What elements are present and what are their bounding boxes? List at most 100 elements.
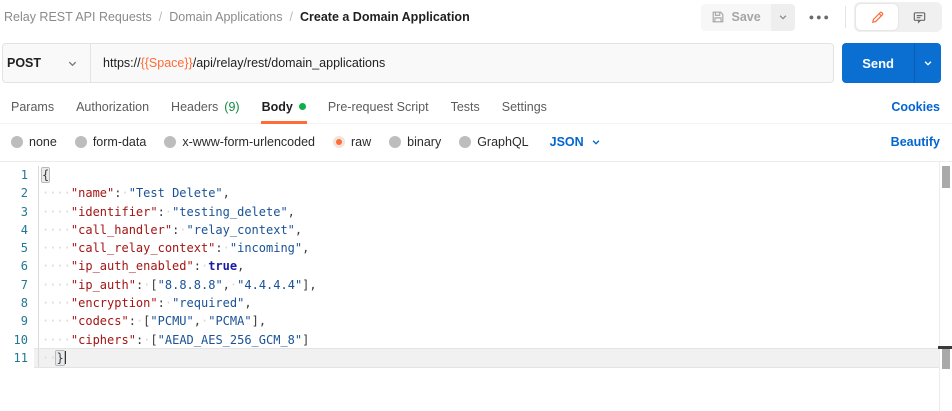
radio-label: form-data	[93, 135, 147, 149]
chevron-down-icon	[67, 58, 78, 69]
radio-icon	[11, 136, 23, 148]
url-variable: {{Space}}	[141, 56, 193, 70]
json-body-editor[interactable]: 1{2 ····"name":·"Test Delete",3····"ident…	[0, 161, 952, 411]
body-type-raw[interactable]: raw	[324, 135, 380, 149]
save-button-label: Save	[731, 10, 760, 24]
breadcrumb: Relay REST API Requests / Domain Applica…	[4, 10, 470, 24]
line-number: 3	[0, 203, 34, 221]
code-text: ····"call_relay_context":·"incoming",	[39, 239, 952, 257]
tab-label: Settings	[502, 100, 547, 114]
tab-label: Params	[11, 100, 54, 114]
url-path: /api/relay/rest/domain_applications	[193, 56, 385, 70]
comments-button[interactable]	[898, 4, 940, 30]
tab-pre-request-script[interactable]: Pre-request Script	[317, 90, 440, 123]
cookies-link[interactable]: Cookies	[891, 100, 940, 114]
radio-icon	[389, 136, 401, 148]
code-text: ··}	[39, 349, 952, 367]
text-cursor	[65, 351, 66, 364]
radio-label: x-www-form-urlencoded	[182, 135, 315, 149]
tab-label: Authorization	[76, 100, 149, 114]
line-number: 6	[0, 257, 34, 275]
line-number: 7	[0, 276, 34, 294]
comment-icon	[912, 10, 927, 25]
line-number: 1	[0, 166, 34, 184]
radio-label: binary	[407, 135, 441, 149]
tab-label: Pre-request Script	[328, 100, 429, 114]
code-line[interactable]: 10 ····"ciphers":·["AEAD_AES_256_GCM_8"]	[0, 331, 952, 349]
beautify-link[interactable]: Beautify	[891, 135, 940, 149]
tab-settings[interactable]: Settings	[491, 90, 558, 123]
code-line[interactable]: 7····"ip_auth":·["8.8.8.8",·"4.4.4.4"],	[0, 276, 952, 294]
send-button-label: Send	[862, 56, 894, 71]
send-button[interactable]: Send	[842, 43, 914, 83]
tab-tests[interactable]: Tests	[440, 90, 491, 123]
save-options-button[interactable]	[771, 4, 795, 31]
tab-params[interactable]: Params	[0, 90, 65, 123]
url-input[interactable]: https://{{Space}}/api/relay/rest/domain_…	[91, 44, 833, 82]
request-tabs: Params Authorization Headers(9) Body Pre-req…	[0, 90, 558, 123]
edit-comment-toggle	[854, 2, 942, 32]
body-type-graphql[interactable]: GraphQL	[450, 135, 537, 149]
code-text: ····"encryption":·"required",	[39, 294, 952, 312]
line-number: 10	[0, 331, 34, 349]
line-number: 9	[0, 312, 34, 330]
code-text: ····"codecs":·["PCMU",·"PCMA"],	[39, 312, 952, 330]
breadcrumb-request-title[interactable]: Create a Domain Application	[300, 10, 470, 24]
code-text: ····"name":·"Test Delete",	[39, 184, 952, 202]
code-line[interactable]: 4····"call_handler":·"relay_context",	[0, 221, 952, 239]
body-type-binary[interactable]: binary	[380, 135, 450, 149]
radio-icon	[75, 136, 87, 148]
body-type-row: none form-data x-www-form-urlencoded raw bin…	[0, 124, 952, 159]
save-floppy-icon	[711, 10, 725, 24]
radio-label: GraphQL	[477, 135, 528, 149]
method-select[interactable]: POST	[3, 44, 91, 82]
tab-label: Body	[262, 100, 293, 114]
line-number: 8	[0, 294, 34, 312]
tab-body[interactable]: Body	[251, 90, 317, 123]
header-divider	[845, 6, 846, 28]
send-button-group: Send	[842, 43, 941, 83]
raw-language-label: JSON	[550, 135, 584, 149]
breadcrumb-collection[interactable]: Relay REST API Requests	[4, 10, 152, 24]
scrollbar-cursor-thumb	[942, 349, 950, 369]
radio-icon	[459, 136, 471, 148]
scrollbar-thumb[interactable]	[942, 166, 950, 188]
radio-icon	[333, 136, 345, 148]
save-button[interactable]: Save	[701, 4, 794, 31]
line-number: 4	[0, 221, 34, 239]
chevron-down-icon	[923, 58, 933, 68]
chevron-down-icon	[591, 137, 601, 147]
tab-label: Tests	[451, 100, 480, 114]
code-line[interactable]: 3····"identifier":·"testing_delete",	[0, 203, 952, 221]
header-actions: Save ●●●	[701, 2, 942, 32]
breadcrumb-separator: /	[290, 10, 293, 24]
url-box: POST https://{{Space}}/api/relay/rest/do…	[2, 43, 834, 83]
editor-scrollbar[interactable]	[939, 162, 952, 411]
line-number: 2	[0, 184, 34, 202]
code-text: ····"ciphers":·["AEAD_AES_256_GCM_8"]	[39, 331, 952, 349]
code-line[interactable]: 11 ··}	[0, 349, 952, 367]
send-options-button[interactable]	[914, 43, 941, 83]
request-editor-app: Relay REST API Requests / Domain Applica…	[0, 0, 952, 411]
tab-authorization[interactable]: Authorization	[65, 90, 160, 123]
line-number: 11	[0, 349, 34, 367]
body-type-form-data[interactable]: form-data	[66, 135, 156, 149]
code-line[interactable]: 6····"ip_auth_enabled":·true,	[0, 257, 952, 275]
tab-headers[interactable]: Headers(9)	[160, 90, 251, 123]
request-tabs-row: Params Authorization Headers(9) Body Pre-req…	[0, 90, 952, 124]
tab-label: Headers	[171, 100, 218, 114]
more-actions-button[interactable]: ●●●	[803, 12, 837, 22]
code-line[interactable]: 9 ····"codecs":·["PCMU",·"PCMA"],	[0, 312, 952, 330]
pencil-icon	[870, 10, 885, 25]
code-line[interactable]: 2 ····"name":·"Test Delete",	[0, 184, 952, 202]
code-line[interactable]: 5····"call_relay_context":·"incoming",	[0, 239, 952, 257]
edit-mode-button[interactable]	[856, 4, 898, 30]
raw-language-select[interactable]: JSON	[550, 135, 601, 149]
code-line[interactable]: 1{	[0, 166, 952, 184]
breadcrumb-folder[interactable]: Domain Applications	[169, 10, 282, 24]
request-url-row: POST https://{{Space}}/api/relay/rest/do…	[2, 43, 941, 83]
code-line[interactable]: 8 ····"encryption":·"required",	[0, 294, 952, 312]
method-label: POST	[7, 56, 41, 70]
body-type-none[interactable]: none	[2, 135, 66, 149]
body-type-x-www-form-urlencoded[interactable]: x-www-form-urlencoded	[155, 135, 324, 149]
